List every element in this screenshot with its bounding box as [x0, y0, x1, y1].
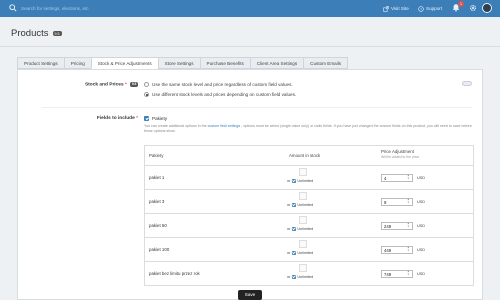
unlimited-label: Unlimited: [297, 227, 314, 231]
checkbox-checked-icon[interactable]: [291, 227, 296, 231]
stock-price-table: Pakiety Amount in stock Price Adjustment…: [144, 145, 474, 286]
tab-stock-price-adjustments[interactable]: Stock & Price Adjustments: [90, 57, 158, 69]
tab-bar: Product Settings Pricing Stock & Price A…: [17, 57, 349, 69]
product-count-badge: 9.5: [52, 30, 62, 37]
radio-option-same[interactable]: Use the same stock level and price regar…: [144, 82, 293, 87]
support-label: Support: [426, 6, 443, 11]
fields-label-text: Fields to include: [96, 116, 135, 121]
search-icon[interactable]: [9, 4, 17, 12]
spinner-icon[interactable]: ▲ ▼: [407, 270, 410, 277]
table-header: Pakiety Amount in stock Price Adjustment…: [145, 146, 473, 165]
notification-count-badge: 1: [458, 1, 464, 7]
unlimited-checkbox[interactable]: or Unlimited: [287, 227, 313, 231]
save-button[interactable]: Save: [238, 290, 262, 300]
section-divider: [42, 107, 472, 108]
radio-same-label: Use the same stock level and price regar…: [152, 82, 293, 87]
radio-option-different[interactable]: Use different stock levels and prices de…: [144, 92, 296, 97]
fields-help-text: You can create additional options in the…: [144, 124, 479, 134]
col-header-name: Pakiety: [149, 153, 164, 158]
visit-site-label: Visit Site: [391, 6, 409, 11]
unlimited-label: Unlimited: [297, 251, 314, 255]
checkbox-checked-icon[interactable]: [291, 203, 296, 207]
currency-label: USD: [417, 247, 426, 252]
stock-amount-input[interactable]: [299, 168, 307, 176]
table-row: pakiet 100 or Unlimited ▲▼ USD: [145, 237, 473, 261]
row-name: pakiet 50: [149, 223, 167, 228]
collapse-toggle[interactable]: [462, 81, 472, 86]
svg-text:?: ?: [420, 7, 422, 11]
help-circle-icon: ?: [418, 5, 424, 12]
or-label: or: [287, 251, 291, 255]
table-row: pakiet 1 or Unlimited ▲▼ USD: [145, 165, 473, 189]
row-name: pakiet 100: [149, 247, 170, 252]
help-text-before: You can create additional options in the: [144, 124, 208, 128]
tab-product-settings[interactable]: Product Settings: [17, 57, 64, 69]
unlimited-checkbox[interactable]: or Unlimited: [287, 179, 313, 183]
unlimited-checkbox[interactable]: or Unlimited: [287, 203, 313, 207]
tab-purchase-benefits[interactable]: Purchase Benefits: [199, 57, 250, 69]
col-header-price-sub: Will be added to the price: [381, 155, 420, 159]
stock-prices-label-text: Stock and Prices: [84, 82, 124, 88]
radio-different-indicator[interactable]: [144, 92, 149, 97]
row-name: pakiet 1: [149, 175, 165, 180]
unlimited-checkbox[interactable]: or Unlimited: [287, 251, 313, 255]
tab-store-settings[interactable]: Store Settings: [157, 57, 200, 69]
table-row: pakiet 50 or Unlimited ▲▼ USD: [145, 213, 473, 237]
checkbox-checked-icon[interactable]: [291, 275, 296, 279]
search-input[interactable]: [21, 3, 171, 13]
settings-panel: Stock and Prices * 9.5 Use the same stoc…: [17, 69, 483, 300]
unlimited-checkbox[interactable]: or Unlimited: [287, 275, 313, 279]
or-label: or: [287, 203, 291, 207]
row-name: pakiet 3: [149, 199, 165, 204]
spinner-icon[interactable]: ▲ ▼: [407, 198, 410, 205]
stock-amount-input[interactable]: [299, 240, 307, 248]
row-name: pakiet bez limitu przez rok: [149, 271, 200, 276]
pakiety-checkbox[interactable]: Pakiety: [144, 116, 167, 121]
unlimited-label: Unlimited: [297, 203, 314, 207]
or-label: or: [287, 179, 291, 183]
checkbox-checked-icon[interactable]: [144, 116, 149, 121]
spinner-icon[interactable]: ▲ ▼: [407, 174, 410, 181]
col-header-price: Price Adjustment: [381, 149, 414, 154]
visit-site-link[interactable]: Visit Site: [383, 4, 409, 13]
or-label: or: [287, 275, 291, 279]
tab-custom-emails[interactable]: Custom Emails: [303, 57, 349, 69]
tab-pricing[interactable]: Pricing: [63, 57, 91, 69]
required-marker: *: [125, 82, 127, 88]
currency-label: USD: [417, 175, 426, 180]
currency-label: USD: [417, 271, 426, 276]
tab-client-area-settings[interactable]: Client Area Settings: [249, 57, 304, 69]
required-marker: *: [136, 116, 138, 121]
stock-amount-input[interactable]: [299, 264, 307, 272]
spinner-icon[interactable]: ▲ ▼: [407, 222, 410, 229]
external-link-icon: [383, 5, 389, 12]
page-title: Products 9.5: [11, 28, 62, 39]
info-badge: 9.5: [130, 82, 138, 87]
pakiety-checkbox-label: Pakiety: [152, 116, 168, 121]
support-link[interactable]: ? Support: [418, 4, 442, 13]
unlimited-label: Unlimited: [297, 179, 314, 183]
custom-field-settings-link[interactable]: custom field settings: [208, 124, 241, 128]
currency-label: USD: [417, 223, 426, 228]
checkbox-checked-icon[interactable]: [291, 251, 296, 255]
unlimited-label: Unlimited: [297, 275, 314, 279]
stock-prices-label: Stock and Prices * 9.5: [58, 82, 138, 88]
spinner-icon[interactable]: ▲ ▼: [407, 246, 410, 253]
table-row: pakiet 3 or Unlimited ▲▼ USD: [145, 189, 473, 213]
page-title-text: Products: [11, 28, 49, 39]
radio-same-indicator[interactable]: [144, 82, 149, 87]
currency-label: USD: [417, 199, 426, 204]
checkbox-checked-icon[interactable]: [291, 179, 296, 183]
fields-label: Fields to include *: [58, 116, 138, 121]
stock-amount-input[interactable]: [299, 192, 307, 200]
header-divider: [0, 46, 500, 47]
stock-amount-input[interactable]: [299, 216, 307, 224]
radio-different-label: Use different stock levels and prices de…: [152, 92, 297, 97]
user-avatar[interactable]: [482, 3, 492, 13]
gear-icon[interactable]: [469, 4, 477, 12]
top-navigation-bar: Visit Site ? Support 1: [0, 0, 500, 17]
col-header-stock: Amount in stock: [289, 153, 321, 158]
table-row: pakiet bez limitu przez rok or Unlimited …: [145, 261, 473, 285]
or-label: or: [287, 227, 291, 231]
